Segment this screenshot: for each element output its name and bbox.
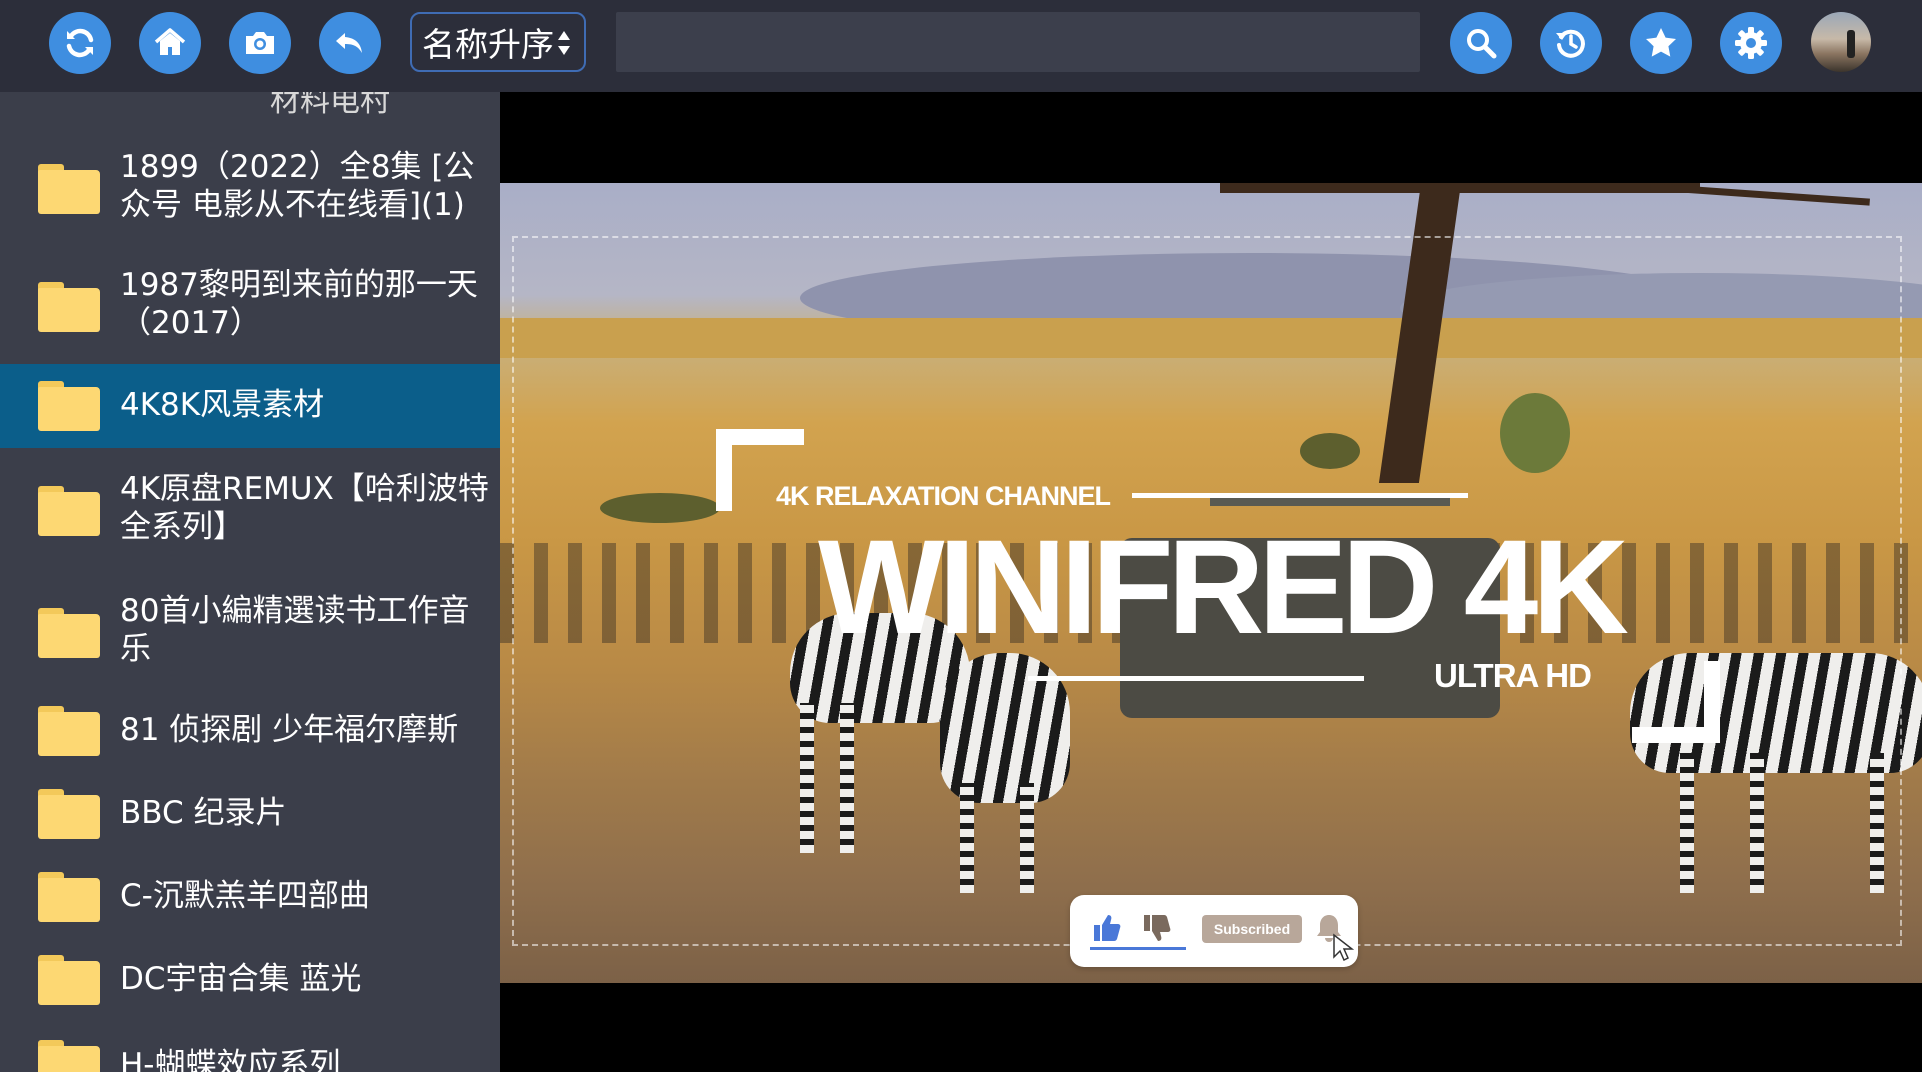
folder-item[interactable]: H-蝴蝶效应系列 bbox=[0, 1022, 500, 1072]
refresh-icon bbox=[66, 28, 94, 58]
overlay-divider bbox=[1132, 493, 1468, 498]
search-icon bbox=[1467, 29, 1497, 59]
folder-icon bbox=[38, 381, 100, 431]
subscribe-card-overlay: Subscribed bbox=[1070, 895, 1358, 967]
folder-item[interactable]: 4K原盘REMUX【哈利波特全系列】 bbox=[0, 448, 500, 568]
channel-caption: 4K RELAXATION CHANNEL bbox=[776, 481, 1111, 511]
folder-icon bbox=[38, 608, 100, 658]
folder-icon bbox=[38, 1040, 100, 1072]
sort-order-select[interactable]: 名称升序 bbox=[410, 12, 586, 72]
search-input[interactable] bbox=[616, 12, 1420, 72]
undo-icon bbox=[336, 33, 362, 53]
settings-button[interactable] bbox=[1720, 12, 1782, 74]
folder-item[interactable]: 81 侦探剧 少年福尔摩斯 bbox=[0, 690, 500, 772]
user-avatar[interactable] bbox=[1811, 12, 1871, 72]
folder-icon bbox=[38, 789, 100, 839]
like-underline bbox=[1090, 947, 1186, 950]
folder-label: C-沉默羔羊四部曲 bbox=[120, 878, 370, 914]
folder-icon bbox=[38, 486, 100, 536]
camera-button[interactable] bbox=[229, 12, 291, 74]
thumbs-down-icon bbox=[1144, 915, 1171, 941]
back-button[interactable] bbox=[319, 12, 381, 74]
folder-icon bbox=[38, 872, 100, 922]
refresh-button[interactable] bbox=[49, 12, 111, 74]
home-icon bbox=[154, 28, 186, 55]
folder-label: BBC 纪录片 bbox=[120, 795, 287, 831]
mouse-cursor-icon bbox=[1333, 933, 1354, 962]
tree-branch bbox=[1220, 183, 1700, 193]
video-title-overlay: WINIFRED 4K bbox=[818, 513, 1629, 662]
folder-label: 80首小編精選读书工作音乐 bbox=[120, 593, 470, 667]
folder-label: 4K8K风景素材 bbox=[120, 387, 325, 423]
folder-icon bbox=[38, 282, 100, 332]
overlay-divider bbox=[1028, 676, 1364, 681]
folder-item-selected[interactable]: 4K8K风景素材 bbox=[0, 364, 500, 448]
folder-label: H-蝴蝶效应系列 bbox=[120, 1047, 341, 1072]
folder-label: 1899（2022）全8集 [公众号 电影从不在线看](1) bbox=[120, 149, 475, 223]
camera-icon bbox=[246, 32, 274, 54]
top-toolbar: 名称升序 bbox=[0, 0, 1922, 92]
partial-list-item-label: 材料电村 bbox=[270, 92, 390, 119]
folder-item[interactable]: BBC 纪录片 bbox=[0, 772, 500, 856]
star-icon bbox=[1646, 28, 1676, 57]
folder-label: 81 侦探剧 少年福尔摩斯 bbox=[120, 712, 459, 748]
folder-label: DC宇宙合集 蓝光 bbox=[120, 961, 362, 997]
folder-label: 4K原盘REMUX【哈利波特全系列】 bbox=[120, 471, 489, 545]
search-button[interactable] bbox=[1450, 12, 1512, 74]
favorites-button[interactable] bbox=[1630, 12, 1692, 74]
folder-icon bbox=[38, 164, 100, 214]
sort-arrows-icon bbox=[558, 31, 570, 55]
folder-icon bbox=[38, 955, 100, 1005]
overlay-corner-bracket bbox=[1632, 661, 1720, 743]
home-button[interactable] bbox=[139, 12, 201, 74]
thumbs-up-icon bbox=[1094, 915, 1121, 941]
folder-item[interactable]: 80首小編精選读书工作音乐 bbox=[0, 568, 500, 690]
folder-label: 1987黎明到来前的那一天（2017） bbox=[120, 267, 478, 341]
history-icon bbox=[1556, 29, 1585, 58]
history-button[interactable] bbox=[1540, 12, 1602, 74]
folder-list-sidebar[interactable]: 材料电村 1899（2022）全8集 [公众号 电影从不在线看](1) 1987… bbox=[0, 92, 500, 1072]
tree-branch bbox=[1650, 183, 1870, 206]
folder-icon bbox=[38, 706, 100, 756]
video-player[interactable]: 4K RELAXATION CHANNEL WINIFRED 4K ULTRA … bbox=[500, 92, 1922, 1072]
video-frame: 4K RELAXATION CHANNEL WINIFRED 4K ULTRA … bbox=[500, 183, 1922, 983]
gear-icon bbox=[1735, 27, 1767, 59]
folder-item[interactable]: 1899（2022）全8集 [公众号 电影从不在线看](1) bbox=[0, 128, 500, 244]
subscribed-badge: Subscribed bbox=[1202, 915, 1302, 943]
folder-item[interactable]: DC宇宙合集 蓝光 bbox=[0, 938, 500, 1022]
sort-order-label: 名称升序 bbox=[422, 25, 554, 64]
folder-item[interactable]: 1987黎明到来前的那一天（2017） bbox=[0, 244, 500, 364]
folder-item[interactable]: C-沉默羔羊四部曲 bbox=[0, 856, 500, 938]
video-subtitle-overlay: ULTRA HD bbox=[1434, 657, 1592, 694]
